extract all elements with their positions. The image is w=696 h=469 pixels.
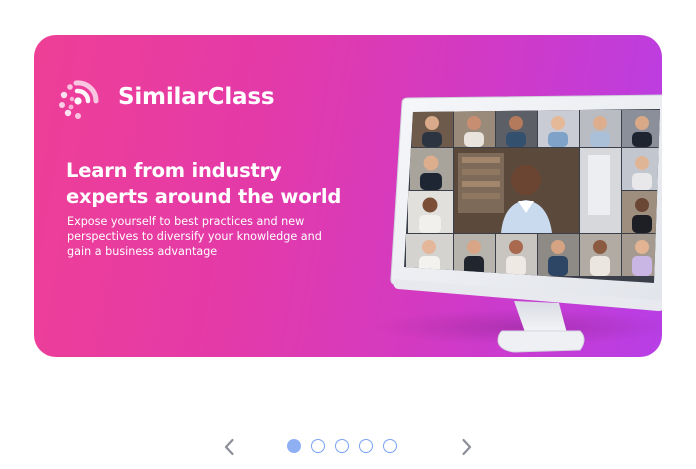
carousel: SimilarClass Learn from industry experts… [0, 0, 696, 469]
participant-tile [412, 110, 453, 147]
participant-tile [622, 110, 660, 147]
participant-tile [408, 191, 453, 233]
participant-tile [538, 234, 579, 276]
participant-tile [410, 148, 453, 190]
participant-tile [580, 234, 621, 276]
participant-tile [580, 110, 621, 147]
hero-banner-slide: SimilarClass Learn from industry experts… [34, 35, 662, 357]
carousel-dot-5[interactable] [383, 439, 397, 453]
participant-tile [496, 234, 537, 276]
video-conference-monitor [374, 94, 662, 353]
hero-headline: Learn from industry experts around the w… [66, 159, 342, 208]
chevron-right-icon[interactable] [455, 436, 477, 458]
participant-tile [454, 234, 495, 276]
carousel-dot-3[interactable] [335, 439, 349, 453]
speaker-tile [454, 148, 579, 233]
carousel-dot-2[interactable] [311, 439, 325, 453]
participant-tile [538, 110, 579, 147]
hero-description: Expose yourself to best practices and ne… [67, 215, 322, 258]
chevron-left-icon[interactable] [219, 436, 241, 458]
participant-tile [622, 148, 660, 190]
carousel-dot-1[interactable] [287, 439, 301, 453]
video-grid [404, 109, 660, 283]
carousel-pager [0, 436, 696, 458]
carousel-dot-4[interactable] [359, 439, 373, 453]
participant-tile [454, 110, 495, 147]
participant-tile [496, 110, 537, 147]
participant-tile [580, 148, 621, 233]
brand-name: SimilarClass [118, 84, 275, 110]
similarclass-logo-icon [59, 80, 99, 119]
brand-lockup: SimilarClass [50, 69, 275, 125]
monitor-stand-base [497, 330, 585, 353]
carousel-dots [287, 439, 397, 453]
